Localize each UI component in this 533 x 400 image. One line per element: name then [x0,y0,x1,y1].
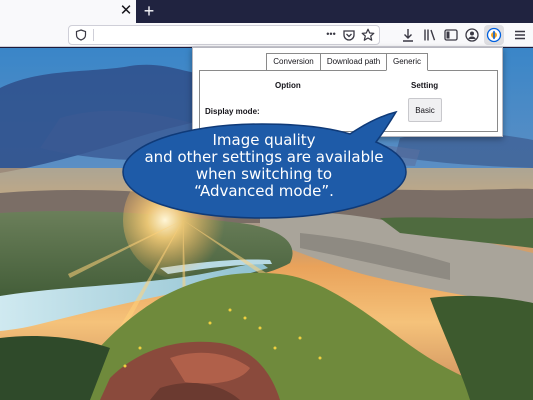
callout-line: Image quality [212,131,316,149]
callout-bubble [122,110,407,219]
callout-line: “Advanced mode”. [194,182,334,200]
callout-line: and other settings are available [144,148,384,166]
tab-generic[interactable]: Generic [386,53,428,71]
callout-line: when switching to [195,165,333,183]
callout-text: Image quality and other settings are ava… [122,132,406,200]
